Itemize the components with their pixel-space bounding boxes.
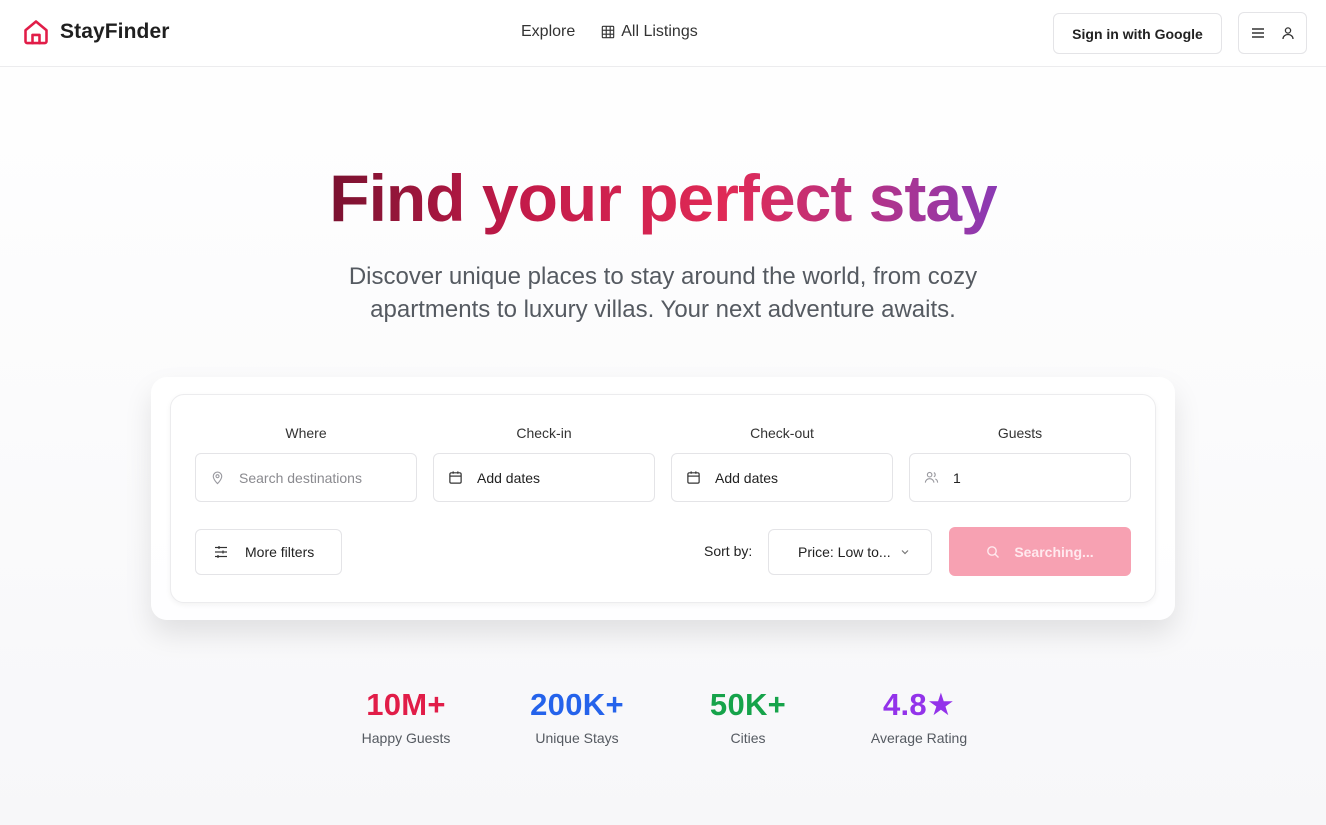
- checkout-field[interactable]: Add dates: [671, 453, 893, 502]
- checkin-value: Add dates: [477, 469, 541, 486]
- guests-field[interactable]: 1: [909, 453, 1131, 502]
- top-navbar: StayFinder Explore All Listings Sign in …: [0, 0, 1326, 67]
- stat-unique-stays: 200K+ Unique Stays: [497, 686, 657, 746]
- users-icon: [924, 471, 939, 483]
- calendar-icon: [449, 471, 462, 484]
- hero-title-text: Find your perfect stay: [329, 161, 997, 235]
- stat-label: Cities: [730, 730, 766, 746]
- map-pin-icon: [212, 471, 223, 485]
- search-button[interactable]: Searching...: [949, 527, 1131, 576]
- nav-all-listings[interactable]: All Listings: [601, 23, 698, 41]
- where-input[interactable]: [239, 469, 399, 486]
- checkin-field[interactable]: Add dates: [433, 453, 655, 502]
- stat-happy-guests: 10M+ Happy Guests: [326, 686, 486, 746]
- hero-subtitle: Discover unique places to stay around th…: [348, 263, 978, 323]
- nav-all-listings-label: All Listings: [621, 23, 698, 40]
- stat-value: 10M+: [366, 687, 446, 722]
- stat-value: 200K+: [530, 687, 624, 722]
- hero-title: Find your perfect stay: [0, 160, 1326, 236]
- guests-value: 1: [953, 469, 961, 486]
- stat-value: 50K+: [709, 687, 787, 722]
- more-filters-button[interactable]: More filters: [195, 529, 342, 575]
- home-icon: [24, 20, 48, 45]
- brand-logo[interactable]: StayFinder: [22, 18, 170, 46]
- checkout-value: Add dates: [715, 469, 779, 486]
- main-nav: Explore All Listings: [521, 23, 698, 41]
- grid-icon: [601, 25, 615, 39]
- sort-label: Sort by:: [704, 543, 753, 559]
- user-menu-button[interactable]: [1238, 12, 1307, 54]
- sort-select[interactable]: Price: Low to...: [768, 529, 932, 575]
- stat-label: Average Rating: [870, 730, 968, 746]
- chevron-down-icon: [901, 550, 909, 555]
- checkin-label: Check-in: [516, 425, 572, 441]
- where-field[interactable]: [195, 453, 417, 502]
- sliders-icon: [215, 546, 227, 558]
- stat-cities: 50K+ Cities: [668, 686, 828, 746]
- sign-in-google-button[interactable]: Sign in with Google: [1053, 13, 1222, 54]
- menu-icon: [1251, 28, 1264, 38]
- search-icon: [987, 545, 1000, 558]
- stat-value: 4.8★: [882, 687, 956, 722]
- where-label: Where: [285, 425, 327, 441]
- search-button-label: Searching...: [1014, 543, 1094, 560]
- brand-name: StayFinder: [60, 20, 170, 43]
- checkout-label: Check-out: [750, 425, 814, 441]
- stat-average-rating: 4.8★ Average Rating: [839, 686, 999, 746]
- stat-label: Unique Stays: [535, 730, 619, 746]
- user-icon: [1281, 27, 1294, 40]
- sort-value: Price: Low to...: [798, 544, 891, 560]
- more-filters-label: More filters: [245, 544, 315, 560]
- calendar-icon: [687, 471, 700, 484]
- guests-label: Guests: [997, 425, 1043, 441]
- stat-label: Happy Guests: [361, 730, 451, 746]
- nav-explore[interactable]: Explore: [521, 23, 575, 41]
